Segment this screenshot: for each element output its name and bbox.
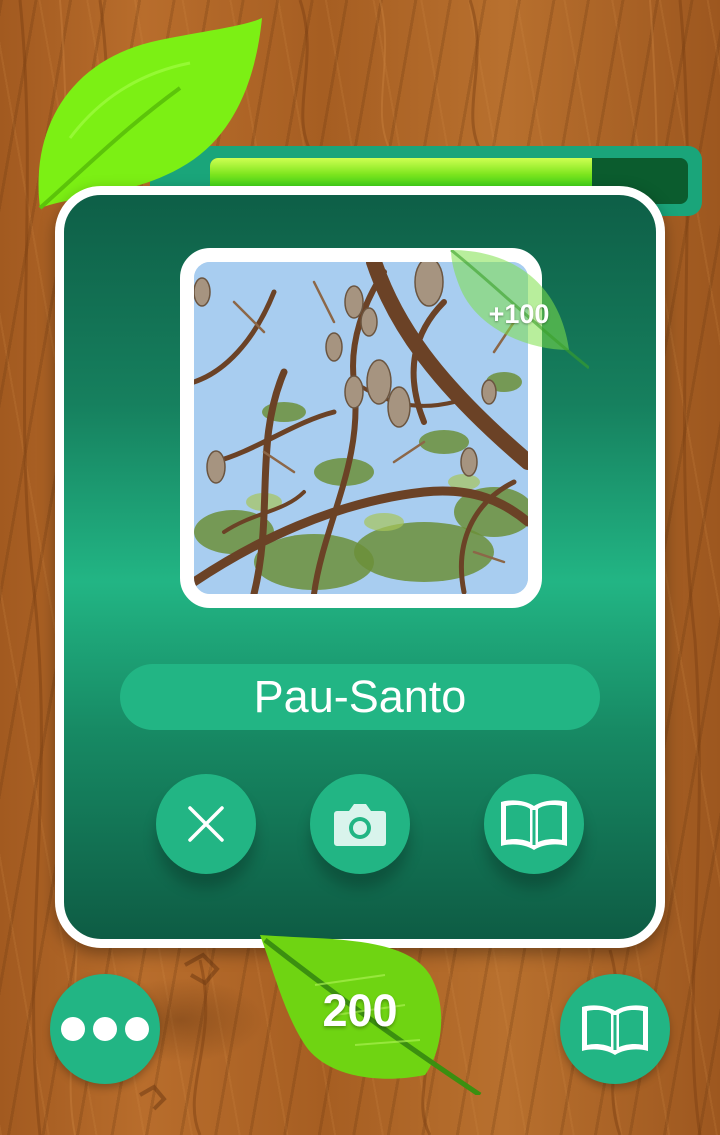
close-icon: [188, 806, 224, 842]
species-name: Pau-Santo: [120, 664, 600, 730]
menu-button[interactable]: [50, 974, 160, 1084]
species-card: +100 Pau-Santo: [55, 186, 665, 948]
bonus-points-label: +100: [488, 299, 550, 329]
dot: [61, 1017, 85, 1041]
book-icon: [582, 1005, 648, 1055]
book-icon: [501, 800, 567, 850]
dot: [93, 1017, 117, 1041]
close-button[interactable]: [156, 774, 256, 874]
guide-button[interactable]: [560, 974, 670, 1084]
score-counter: 200: [322, 985, 398, 1036]
dot: [125, 1017, 149, 1041]
camera-button[interactable]: [310, 774, 410, 874]
species-guide-button[interactable]: [484, 774, 584, 874]
camera-icon: [334, 804, 386, 846]
more-dots-icon: [57, 1017, 153, 1041]
